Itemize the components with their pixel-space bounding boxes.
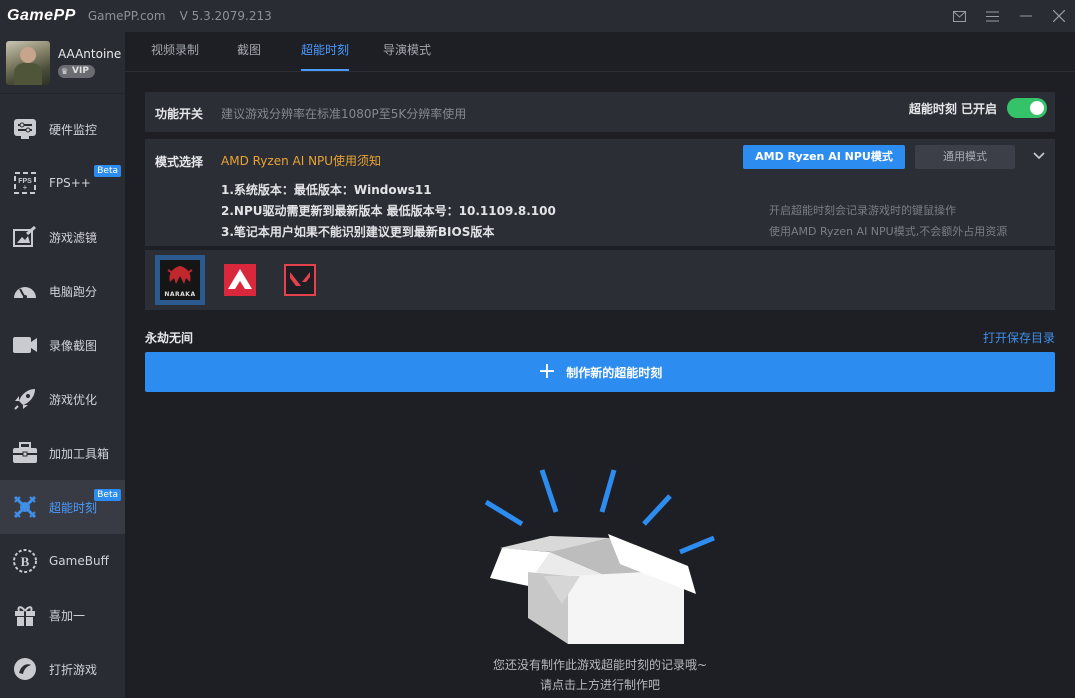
feature-toggle-group: 超能时刻 已开启 — [909, 98, 1047, 118]
sidebar-item-optimize[interactable]: 游戏优化 — [0, 372, 125, 426]
sidebar-item-label: 游戏滤镜 — [49, 230, 98, 245]
requirement-line: 2.NPU驱动需更新到最新版本 最低版本号：10.1109.8.100 — [221, 204, 556, 218]
version-label: V 5.3.2079.213 — [179, 9, 272, 23]
feature-switch-label: 功能开关 — [155, 107, 204, 121]
tab-highlight-moments[interactable]: 超能时刻 — [301, 32, 350, 72]
beta-badge: Beta — [94, 489, 121, 501]
toggle-status-label: 超能时刻 已开启 — [908, 101, 997, 116]
game-item-apex[interactable] — [224, 264, 256, 296]
gamebuff-icon: B — [12, 548, 38, 574]
mode-select-label: 模式选择 — [155, 155, 204, 169]
user-profile[interactable]: AAAntoine VIP — [0, 32, 125, 94]
speedometer-icon — [12, 278, 38, 304]
current-game-title: 永劫无间 — [145, 331, 194, 345]
fps-icon: FPS + — [12, 170, 38, 196]
minimize-icon[interactable] — [1009, 0, 1042, 32]
mode-note: 开启超能时刻会记录游戏时的键鼠操作 — [769, 204, 956, 217]
create-highlight-button[interactable]: + 制作新的超能时刻 — [145, 352, 1055, 392]
sidebar-item-fps[interactable]: FPS + FPS++ Beta — [0, 156, 125, 210]
sidebar-item-label: 加加工具箱 — [49, 446, 110, 461]
game-item-naraka[interactable]: NARAKA — [155, 255, 205, 305]
tab-bar: 视频录制 截图 超能时刻 导演模式 — [125, 32, 1075, 72]
game-name: NARAKA — [164, 291, 196, 298]
title-bar: GamePP GamePP.com V 5.3.2079.213 — [0, 0, 1075, 32]
sidebar-item-game-filter[interactable]: 游戏滤镜 — [0, 210, 125, 264]
sidebar-item-label: 喜加一 — [49, 608, 86, 623]
rocket-icon — [12, 386, 38, 412]
apex-icon — [227, 267, 253, 294]
game-selector-panel: NARAKA — [145, 250, 1055, 310]
valorant-icon — [289, 270, 311, 291]
window-controls — [943, 0, 1075, 32]
avatar[interactable] — [6, 40, 50, 85]
sidebar-item-hardware-monitor[interactable]: 硬件监控 — [0, 102, 125, 156]
resolution-hint: 建议游戏分辨率在标准1080P至5K分辨率使用 — [221, 107, 467, 121]
create-highlight-label: 制作新的超能时刻 — [566, 365, 663, 380]
npu-notice-link[interactable]: AMD Ryzen AI NPU使用须知 — [221, 152, 381, 169]
discount-icon — [12, 656, 38, 682]
plus-icon: + — [537, 359, 557, 384]
menu-icon[interactable] — [976, 0, 1009, 32]
general-mode-button[interactable]: 通用模式 — [915, 145, 1015, 169]
game-item-valorant[interactable] — [284, 264, 316, 296]
tab-screenshot[interactable]: 截图 — [237, 32, 261, 72]
empty-state-line-1: 您还没有制作此游戏超能时刻的记录哦~ — [492, 658, 708, 672]
empty-box-illustration — [480, 468, 730, 648]
hardware-monitor-icon — [12, 116, 38, 142]
sidebar-item-label: 硬件监控 — [49, 122, 98, 137]
chevron-down-icon[interactable] — [1033, 150, 1045, 163]
sidebar-item-toolbox[interactable]: 加加工具箱 — [0, 426, 125, 480]
sidebar-item-gamebuff[interactable]: B GameBuff — [0, 534, 125, 588]
app-logo: GamePP — [7, 7, 76, 24]
toolbox-icon — [12, 440, 38, 466]
username: AAAntoine — [58, 47, 122, 61]
naraka-icon: NARAKA — [160, 260, 200, 300]
camera-icon — [12, 332, 38, 358]
sidebar-item-label: 录像截图 — [49, 338, 98, 353]
sidebar-item-label: FPS++ — [49, 176, 91, 190]
sidebar-item-free-games[interactable]: 喜加一 — [0, 588, 125, 642]
site-link[interactable]: GamePP.com — [88, 9, 166, 23]
svg-text:+: + — [23, 183, 28, 192]
sidebar-item-label: 超能时刻 — [49, 500, 98, 515]
filter-icon — [12, 224, 38, 250]
sidebar-nav: 硬件监控 FPS + FPS++ Beta 游戏滤镜 电脑跑分 录像截图 游戏优… — [0, 102, 125, 696]
empty-state-line-2: 请点击上方进行制作吧 — [539, 678, 660, 692]
mode-note: 使用AMD Ryzen AI NPU模式,不会额外占用资源 — [769, 225, 1008, 238]
close-icon[interactable] — [1042, 0, 1075, 32]
tab-video-record[interactable]: 视频录制 — [151, 32, 199, 72]
requirement-line: 3.笔记本用户如果不能识别建议更到最新BIOS版本 — [221, 225, 495, 239]
feature-toggle[interactable] — [1007, 98, 1047, 118]
sidebar-item-highlight-moments[interactable]: 超能时刻 Beta — [0, 480, 125, 534]
open-save-folder-link[interactable]: 打开保存目录 — [983, 329, 1055, 346]
sidebar-item-benchmark[interactable]: 电脑跑分 — [0, 264, 125, 318]
sidebar-item-label: 打折游戏 — [49, 662, 98, 677]
sidebar: AAAntoine VIP 硬件监控 FPS+ FPS++ Beta 游戏滤镜 — [0, 32, 125, 698]
mail-icon[interactable] — [943, 0, 976, 32]
highlight-icon — [12, 494, 38, 520]
mode-select-panel: 模式选择 AMD Ryzen AI NPU使用须知 AMD Ryzen AI N… — [145, 139, 1055, 246]
amd-npu-mode-button[interactable]: AMD Ryzen AI NPU模式 — [743, 145, 905, 169]
sidebar-item-label: GameBuff — [49, 554, 109, 568]
feature-switch-panel: 功能开关 建议游戏分辨率在标准1080P至5K分辨率使用 超能时刻 已开启 — [145, 92, 1055, 132]
sidebar-item-label: 游戏优化 — [49, 392, 98, 407]
sidebar-item-discount-games[interactable]: 打折游戏 — [0, 642, 125, 696]
gift-icon — [12, 602, 38, 628]
requirement-line: 1.系统版本：最低版本：Windows11 — [221, 183, 432, 197]
sidebar-item-record[interactable]: 录像截图 — [0, 318, 125, 372]
svg-text:B: B — [21, 554, 30, 569]
sidebar-item-label: 电脑跑分 — [49, 284, 98, 299]
tab-director-mode[interactable]: 导演模式 — [383, 32, 431, 72]
vip-badge: VIP — [58, 65, 95, 78]
beta-badge: Beta — [94, 165, 121, 177]
